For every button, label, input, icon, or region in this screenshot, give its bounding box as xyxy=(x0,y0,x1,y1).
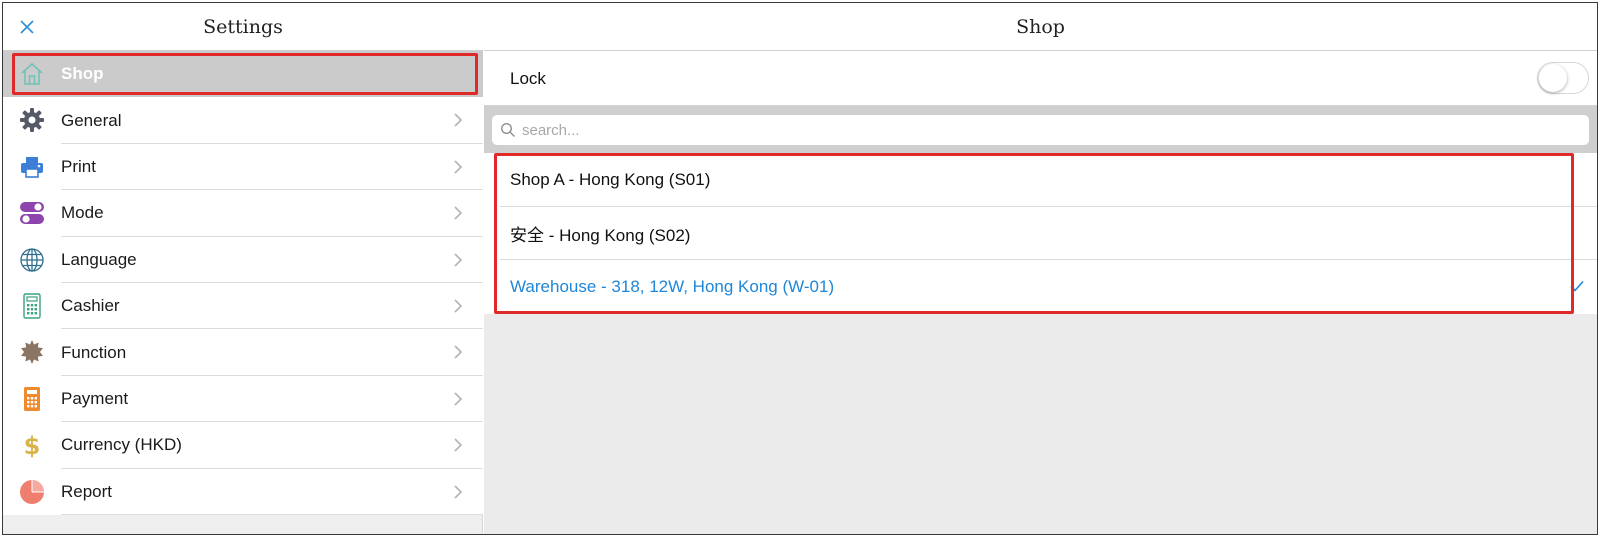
toggle-knob xyxy=(1539,64,1567,92)
sidebar-item-shop[interactable]: Shop xyxy=(3,51,483,98)
shop-item-label: Warehouse - 318, 12W, Hong Kong (W-01) xyxy=(510,277,835,297)
gear-icon xyxy=(19,107,45,133)
search-input[interactable] xyxy=(522,115,1581,145)
chevron-right-icon xyxy=(454,345,463,359)
lock-row: Lock xyxy=(484,51,1597,106)
sidebar-title: Settings xyxy=(203,16,283,38)
payment-calculator-icon xyxy=(19,386,45,412)
home-icon xyxy=(19,61,45,87)
sidebar-item-payment[interactable]: Payment xyxy=(3,375,483,423)
shop-list: Shop A - Hong Kong (S01) 安全 - Hong Kong … xyxy=(484,153,1597,315)
chevron-right-icon xyxy=(454,392,463,406)
shop-item-label: Shop A - Hong Kong (S01) xyxy=(510,169,711,189)
sidebar-header: Settings xyxy=(3,3,483,51)
toggle-switches-icon xyxy=(19,200,45,226)
chevron-right-icon xyxy=(454,484,463,499)
sidebar-item-general[interactable]: General xyxy=(3,97,483,145)
sidebar-item-label: Shop xyxy=(61,64,104,84)
settings-menu: Shop General Print Mode Language Cashier… xyxy=(3,51,483,516)
shop-item-s02[interactable]: 安全 - Hong Kong (S02) xyxy=(484,207,1597,261)
checkmark-icon xyxy=(1570,281,1584,293)
search-box xyxy=(492,115,1589,145)
sidebar-item-function[interactable]: Function xyxy=(3,329,483,377)
pie-chart-icon xyxy=(19,479,45,505)
settings-window: Settings Shop General Print Mode Languag… xyxy=(2,2,1598,535)
sidebar-item-label: Currency (HKD) xyxy=(61,435,182,455)
sidebar-item-label: Payment xyxy=(61,388,129,408)
chevron-right-icon xyxy=(454,438,463,452)
badge-icon xyxy=(19,339,45,365)
chevron-right-icon xyxy=(454,113,463,127)
shop-panel: Shop Lock Shop A - Hong Kong (S01) 安全 - … xyxy=(484,3,1597,534)
sidebar-item-label: Language xyxy=(61,249,137,269)
sidebar-item-print[interactable]: Print xyxy=(3,143,483,191)
shop-item-w01[interactable]: Warehouse - 318, 12W, Hong Kong (W-01) xyxy=(484,260,1597,314)
sidebar-item-report[interactable]: Report xyxy=(3,468,483,516)
sidebar-item-currency[interactable]: $ Currency (HKD) xyxy=(3,422,483,469)
globe-icon xyxy=(19,247,45,273)
sidebar-item-label: Function xyxy=(61,342,127,362)
search-bar xyxy=(484,106,1597,153)
calculator-icon xyxy=(19,293,45,319)
sidebar-item-label: Print xyxy=(61,156,96,176)
close-icon xyxy=(20,20,34,34)
printer-icon xyxy=(19,154,45,180)
page-title: Shop xyxy=(484,3,1597,51)
sidebar-item-label: General xyxy=(61,110,122,130)
dollar-icon: $ xyxy=(19,432,45,458)
chevron-right-icon xyxy=(454,252,463,267)
chevron-right-icon xyxy=(454,160,463,174)
lock-toggle[interactable] xyxy=(1537,62,1589,94)
search-icon xyxy=(500,122,515,137)
sidebar-item-label: Mode xyxy=(61,203,104,223)
sidebar-item-language[interactable]: Language xyxy=(3,236,483,284)
sidebar-item-cashier[interactable]: Cashier xyxy=(3,282,483,330)
chevron-right-icon xyxy=(454,206,463,220)
shop-item-label: 安全 - Hong Kong (S02) xyxy=(510,226,691,246)
shop-item-s01[interactable]: Shop A - Hong Kong (S01) xyxy=(484,153,1597,207)
svg-text:$: $ xyxy=(24,432,41,458)
sidebar-item-label: Cashier xyxy=(61,296,120,316)
chevron-right-icon xyxy=(454,299,463,313)
close-button[interactable] xyxy=(15,15,39,39)
settings-sidebar: Settings Shop General Print Mode Languag… xyxy=(3,3,483,534)
lock-label: Lock xyxy=(510,69,546,88)
sidebar-item-label: Report xyxy=(61,481,113,501)
sidebar-item-mode[interactable]: Mode xyxy=(3,190,483,237)
